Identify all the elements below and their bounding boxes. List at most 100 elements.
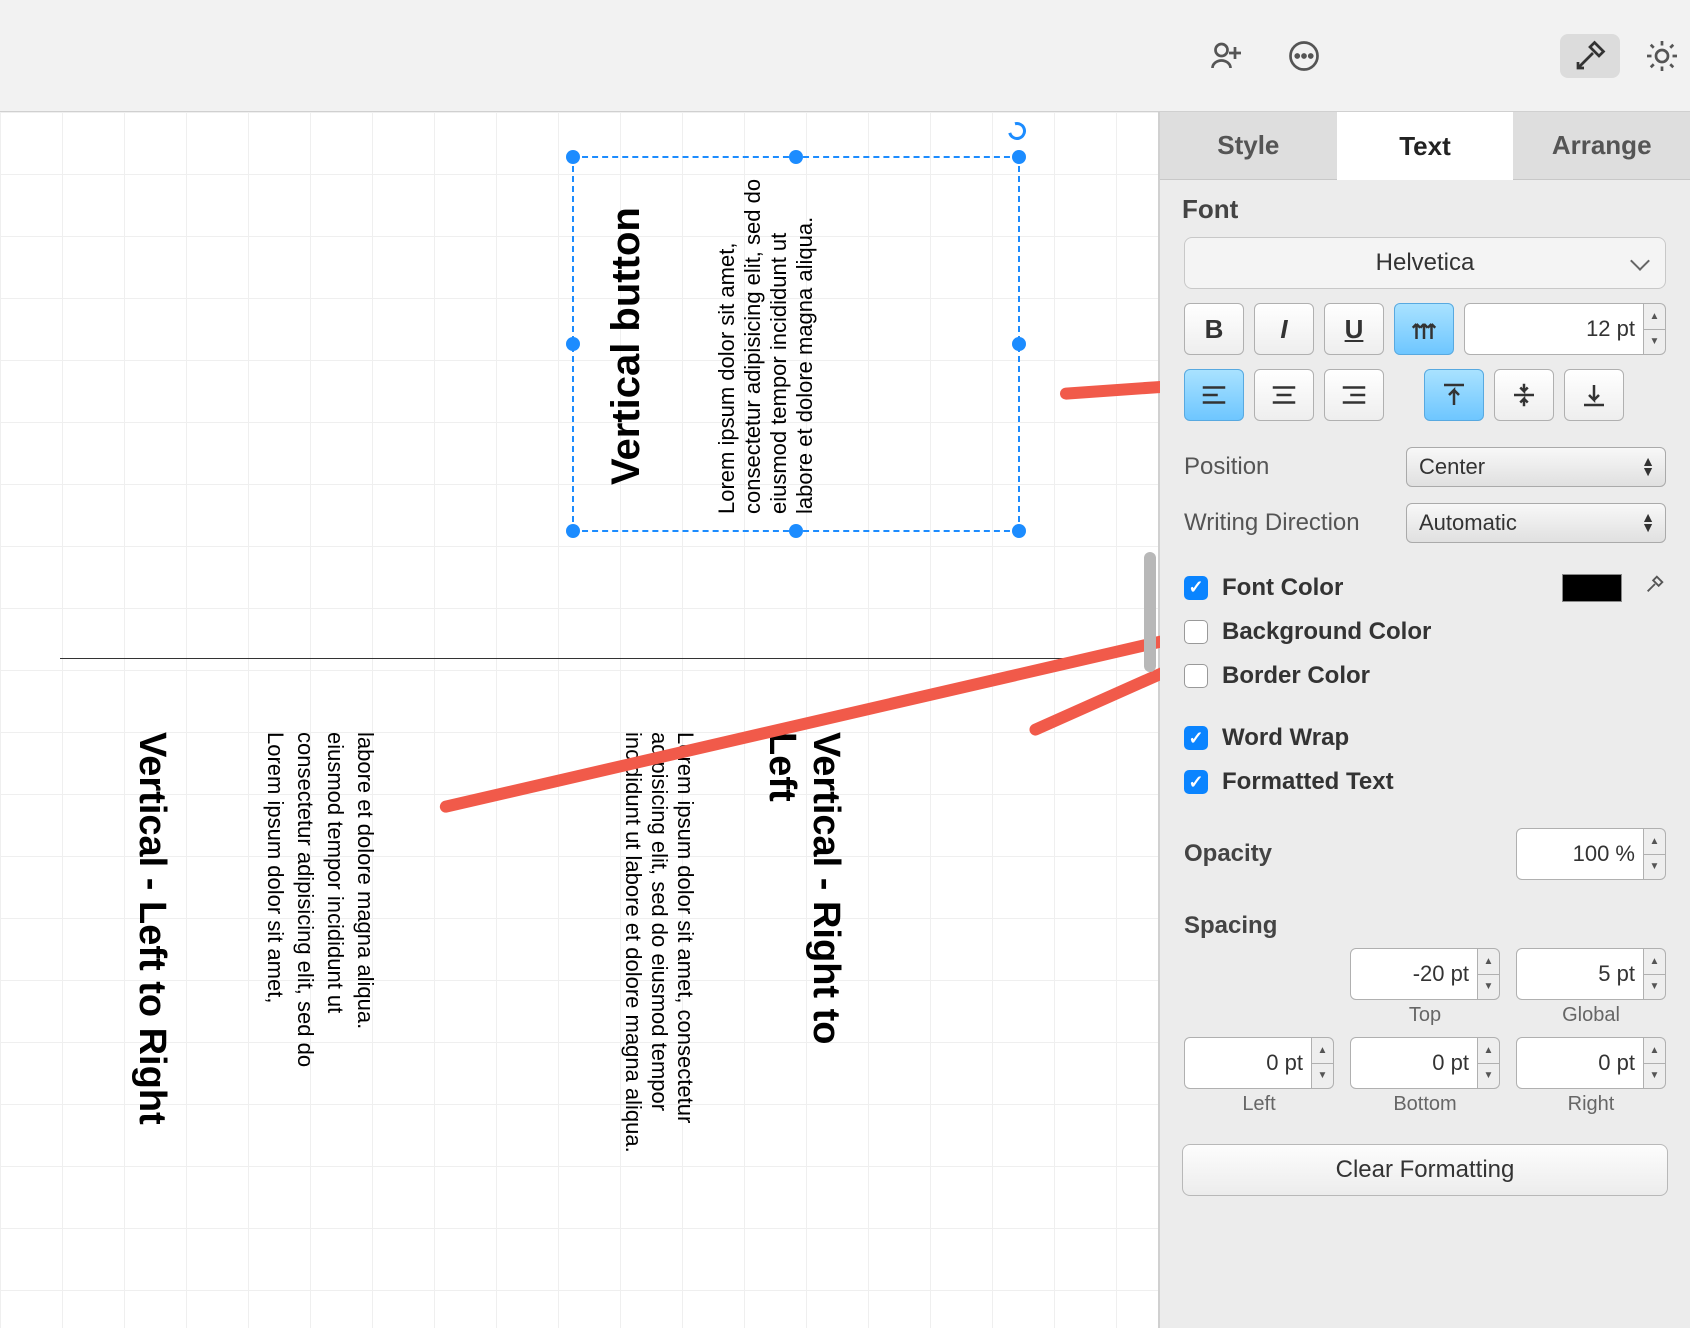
word-wrap-row: ✓ Word Wrap (1160, 716, 1690, 760)
position-row: Position Center ▲▼ (1160, 439, 1690, 495)
resize-handle-tr[interactable] (1012, 150, 1026, 164)
position-select[interactable]: Center ▲▼ (1406, 447, 1666, 487)
font-color-checkbox[interactable]: ✓ (1184, 576, 1208, 600)
word-wrap-checkbox[interactable]: ✓ (1184, 726, 1208, 750)
valign-middle-button[interactable] (1494, 369, 1554, 421)
format-panel-button[interactable] (1560, 34, 1620, 78)
spacing-left-label: Left (1242, 1093, 1275, 1116)
writing-direction-row: Writing Direction Automatic ▲▼ (1160, 495, 1690, 551)
writing-direction-value: Automatic (1419, 510, 1517, 536)
ltr-body-line: Lorem ipsum dolor sit amet, (263, 732, 288, 1003)
spacing-left-stepper[interactable]: ▲▼ (1312, 1037, 1334, 1089)
selected-shape-title: Vertical button (604, 178, 648, 514)
align-left-button[interactable] (1184, 369, 1244, 421)
shape-vertical-ltr-body: labore et dolore magna aliqua. eiusmod t… (260, 732, 380, 1192)
app-toolbar (0, 0, 1690, 112)
font-family-select[interactable]: Helvetica (1184, 237, 1666, 289)
border-color-label: Border Color (1222, 662, 1370, 690)
resize-handle-tm[interactable] (789, 150, 803, 164)
spacing-top-value[interactable]: -20 pt (1350, 948, 1478, 1000)
rotate-handle[interactable] (1005, 119, 1030, 144)
border-color-row: Border Color (1160, 654, 1690, 698)
resize-handle-ml[interactable] (566, 337, 580, 351)
eyedropper-icon[interactable] (1644, 573, 1666, 602)
resize-handle-bm[interactable] (789, 524, 803, 538)
spacing-right-label: Right (1568, 1093, 1615, 1116)
vertical-text-button[interactable] (1394, 303, 1454, 355)
selected-shape-body: Lorem ipsum dolor sit amet, consectetur … (714, 178, 818, 514)
ltr-body-line: consectetur adipisicing elit, sed do (293, 732, 318, 1067)
background-color-row: Background Color (1160, 610, 1690, 654)
font-color-row: ✓ Font Color (1160, 565, 1690, 610)
bold-button[interactable]: B (1184, 303, 1244, 355)
opacity-row: Opacity 100 % ▲▼ (1160, 820, 1690, 888)
shape-vertical-ltr-title: Vertical - Left to Right (130, 732, 174, 1202)
clear-formatting-button[interactable]: Clear Formatting (1182, 1144, 1668, 1196)
spacing-bottom-label: Bottom (1393, 1093, 1456, 1116)
divider-line (60, 658, 1100, 659)
tab-arrange[interactable]: Arrange (1513, 112, 1690, 180)
writing-direction-label: Writing Direction (1184, 509, 1360, 537)
inspector-panel: Style Text Arrange Font Helvetica B I U … (1160, 112, 1690, 1328)
opacity-label: Opacity (1184, 840, 1272, 868)
shape-vertical-rtl-body: Lorem ipsum dolor sit amet, consectetur … (620, 732, 698, 1192)
more-button[interactable] (1274, 34, 1334, 78)
word-wrap-label: Word Wrap (1222, 724, 1349, 752)
formatted-text-checkbox[interactable]: ✓ (1184, 770, 1208, 794)
appearance-button[interactable] (1632, 34, 1690, 78)
spacing-top-stepper[interactable]: ▲▼ (1478, 948, 1500, 1000)
font-size-stepper[interactable]: ▲▼ (1644, 303, 1666, 355)
tab-style[interactable]: Style (1160, 112, 1337, 180)
border-color-checkbox[interactable] (1184, 664, 1208, 688)
formatted-text-label: Formatted Text (1222, 768, 1394, 796)
spacing-label: Spacing (1184, 912, 1277, 940)
spacing-global-value[interactable]: 5 pt (1516, 948, 1644, 1000)
formatted-text-row: ✓ Formatted Text (1160, 760, 1690, 804)
spacing-grid: -20 pt▲▼ Top 5 pt▲▼ Global 0 pt▲▼ Left 0… (1160, 948, 1690, 1130)
spacing-left-value[interactable]: 0 pt (1184, 1037, 1312, 1089)
position-value: Center (1419, 454, 1485, 480)
canvas[interactable]: Vertical button Lorem ipsum dolor sit am… (0, 112, 1160, 1328)
background-color-checkbox[interactable] (1184, 620, 1208, 644)
selected-shape[interactable]: Vertical button Lorem ipsum dolor sit am… (572, 156, 1020, 532)
font-color-swatch[interactable] (1562, 574, 1622, 602)
spacing-right-stepper[interactable]: ▲▼ (1644, 1037, 1666, 1089)
inspector-tabs: Style Text Arrange (1160, 112, 1690, 180)
share-button[interactable] (1196, 34, 1256, 78)
spacing-bottom-value[interactable]: 0 pt (1350, 1037, 1478, 1089)
font-family-value: Helvetica (1376, 249, 1475, 277)
font-section: Font Helvetica B I U 12 pt ▲▼ (1160, 180, 1690, 439)
updown-caret-icon: ▲▼ (1641, 456, 1655, 476)
canvas-scrollbar[interactable] (1144, 552, 1156, 672)
writing-direction-select[interactable]: Automatic ▲▼ (1406, 503, 1666, 543)
resize-handle-tl[interactable] (566, 150, 580, 164)
valign-bottom-button[interactable] (1564, 369, 1624, 421)
font-size-value[interactable]: 12 pt (1464, 303, 1644, 355)
ltr-body-line: eiusmod tempor incididunt ut (323, 732, 348, 1013)
align-right-button[interactable] (1324, 369, 1384, 421)
spacing-row: Spacing (1160, 904, 1690, 948)
spacing-right-value[interactable]: 0 pt (1516, 1037, 1644, 1089)
resize-handle-bl[interactable] (566, 524, 580, 538)
position-label: Position (1184, 453, 1269, 481)
font-color-label: Font Color (1222, 574, 1343, 602)
spacing-global-stepper[interactable]: ▲▼ (1644, 948, 1666, 1000)
valign-top-button[interactable] (1424, 369, 1484, 421)
updown-caret-icon: ▲▼ (1641, 512, 1655, 532)
spacing-bottom-stepper[interactable]: ▲▼ (1478, 1037, 1500, 1089)
underline-button[interactable]: U (1324, 303, 1384, 355)
chevron-down-icon (1630, 251, 1650, 271)
tab-text[interactable]: Text (1337, 112, 1514, 180)
opacity-stepper[interactable]: ▲▼ (1644, 828, 1666, 880)
ltr-body-line: labore et dolore magna aliqua. (353, 732, 378, 1029)
italic-button[interactable]: I (1254, 303, 1314, 355)
align-center-button[interactable] (1254, 369, 1314, 421)
shape-vertical-rtl-title: Vertical - Right to Left (760, 732, 848, 1112)
resize-handle-mr[interactable] (1012, 337, 1026, 351)
opacity-value[interactable]: 100 % (1516, 828, 1644, 880)
background-color-label: Background Color (1222, 618, 1431, 646)
font-size-field[interactable]: 12 pt ▲▼ (1464, 303, 1666, 355)
resize-handle-br[interactable] (1012, 524, 1026, 538)
font-section-label: Font (1182, 194, 1668, 225)
spacing-global-label: Global (1562, 1004, 1620, 1027)
